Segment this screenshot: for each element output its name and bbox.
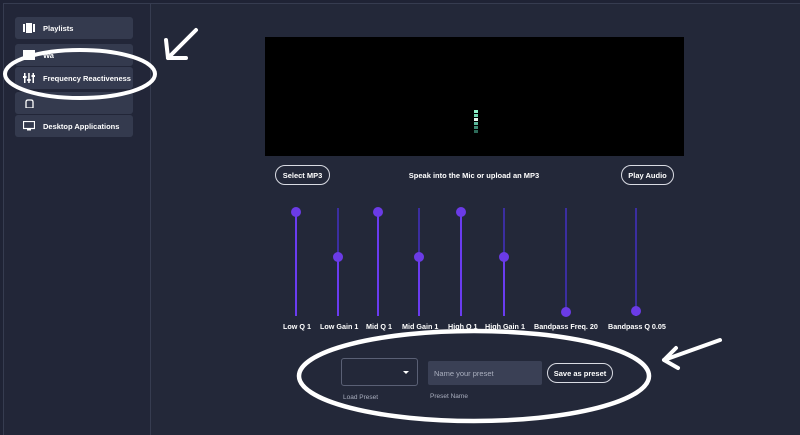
slider-label: High Gain 1 — [485, 322, 525, 331]
audio-visualizer — [265, 37, 684, 156]
slider-thumb[interactable] — [414, 252, 424, 262]
meter-segment — [474, 126, 478, 129]
slider-label: Low Q 1 — [283, 322, 311, 331]
sliders-icon — [23, 73, 35, 83]
meter-segment — [474, 118, 478, 121]
slider-8[interactable] — [629, 208, 643, 316]
slider-thumb[interactable] — [373, 207, 383, 217]
slider-thumb[interactable] — [561, 307, 571, 317]
select-mp3-button[interactable]: Select MP3 — [275, 165, 330, 185]
slider-label: Mid Q 1 — [366, 322, 392, 331]
sidebar-item-frequency-reactiveness[interactable]: Frequency Reactiveness — [15, 67, 133, 89]
slider-fill — [503, 257, 505, 316]
slider-4[interactable] — [412, 208, 426, 316]
save-preset-button[interactable]: Save as preset — [547, 363, 613, 383]
slider-fill — [460, 208, 462, 316]
preset-name-input[interactable] — [428, 361, 542, 385]
meter-segment — [474, 122, 478, 125]
playlist-icon — [23, 23, 35, 33]
slider-fill — [377, 208, 379, 316]
slider-fill — [418, 257, 420, 316]
meter-segment — [474, 110, 478, 113]
sidebar-item-label: Desktop Applications — [43, 121, 120, 131]
sidebar-item-desktop-applications[interactable]: Desktop Applications — [15, 115, 133, 137]
waveform-icon — [23, 50, 35, 60]
app-window: Playlists Wa Frequency Reactiveness Desk… — [3, 3, 800, 435]
slider-thumb[interactable] — [456, 207, 466, 217]
slider-thumb[interactable] — [291, 207, 301, 217]
slider-fill — [295, 208, 297, 316]
instruction-text: Speak into the Mic or upload an MP3 — [408, 171, 540, 180]
slider-track[interactable] — [565, 208, 567, 316]
sidebar: Playlists Wa Frequency Reactiveness Desk… — [4, 4, 151, 435]
slider-fill — [337, 257, 339, 316]
slider-7[interactable] — [559, 208, 573, 317]
slider-label: Mid Gain 1 — [402, 322, 439, 331]
slider-thumb[interactable] — [333, 252, 343, 262]
sidebar-item-label: Frequency Reactiveness — [43, 73, 131, 83]
sidebar-item-playlists[interactable]: Playlists — [15, 17, 133, 39]
slider-label: Bandpass Freq. 20 — [534, 322, 598, 331]
slider-label: High Q 1 — [448, 322, 478, 331]
load-preset-label: Load Preset — [343, 394, 379, 401]
sidebar-item-gestures[interactable] — [15, 92, 133, 114]
monitor-icon — [23, 121, 35, 131]
chevron-down-icon — [403, 371, 409, 374]
slider-2[interactable] — [331, 208, 345, 316]
slider-3[interactable] — [371, 207, 385, 316]
slider-label: Bandpass Q 0.05 — [608, 322, 666, 331]
slider-label: Low Gain 1 — [320, 322, 359, 331]
sidebar-item-label: Wa — [43, 50, 54, 60]
slider-5[interactable] — [454, 207, 468, 316]
preset-name-label: Preset Name — [430, 393, 468, 400]
slider-1[interactable] — [289, 207, 303, 316]
slider-thumb[interactable] — [631, 306, 641, 316]
slider-6[interactable] — [497, 208, 511, 316]
slider-thumb[interactable] — [499, 252, 509, 262]
slider-track[interactable] — [635, 208, 637, 316]
hand-icon — [23, 98, 35, 108]
load-preset-select[interactable] — [341, 358, 418, 386]
play-audio-button[interactable]: Play Audio — [621, 165, 674, 185]
sidebar-item-waveform[interactable]: Wa — [15, 44, 133, 66]
meter-segment — [474, 130, 478, 133]
sidebar-item-label: Playlists — [43, 23, 74, 33]
meter-segment — [474, 114, 478, 117]
